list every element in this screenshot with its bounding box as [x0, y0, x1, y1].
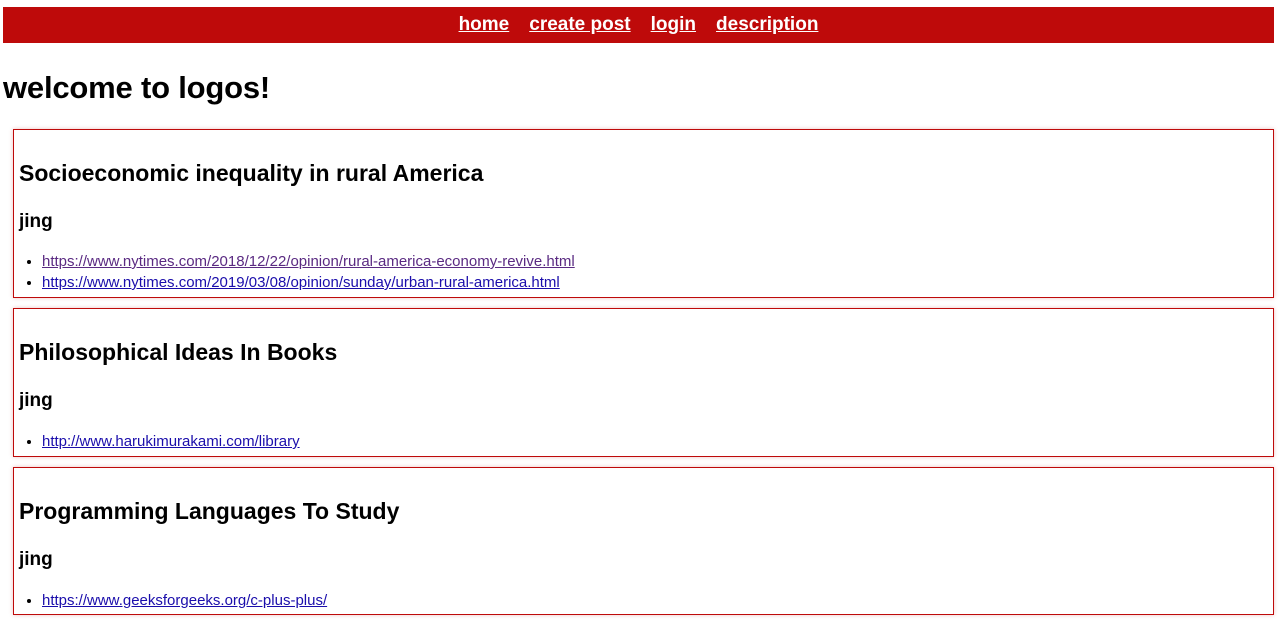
post-links-list: https://www.geeksforgeeks.org/c-plus-plu…: [19, 590, 1268, 611]
nav-create-post-link[interactable]: create post: [529, 7, 630, 43]
post-card: Socioeconomic inequality in rural Americ…: [13, 129, 1274, 298]
post-author: jing: [19, 390, 53, 411]
post-title: Programming Languages To Study: [19, 498, 400, 524]
post-title: Philosophical Ideas In Books: [19, 339, 338, 365]
top-navbar: home create post login description: [3, 7, 1274, 43]
list-item: https://www.nytimes.com/2018/12/22/opini…: [42, 251, 1268, 272]
post-link[interactable]: https://www.nytimes.com/2018/12/22/opini…: [42, 253, 575, 270]
nav-login-link[interactable]: login: [651, 7, 696, 43]
page-title: welcome to logos!: [3, 70, 271, 105]
list-item: https://www.nytimes.com/2019/03/08/opini…: [42, 272, 1268, 293]
post-links-list: http://www.harukimurakami.com/library: [19, 431, 1268, 452]
post-card: Programming Languages To Study jing http…: [13, 467, 1274, 615]
post-title: Socioeconomic inequality in rural Americ…: [19, 160, 484, 186]
post-author: jing: [19, 549, 53, 570]
list-item: http://www.harukimurakami.com/library: [42, 431, 1268, 452]
nav-home-link[interactable]: home: [459, 7, 510, 43]
post-link[interactable]: https://www.nytimes.com/2019/03/08/opini…: [42, 274, 560, 291]
post-author: jing: [19, 211, 53, 232]
post-card: Philosophical Ideas In Books jing http:/…: [13, 308, 1274, 457]
nav-description-link[interactable]: description: [716, 7, 818, 43]
post-link[interactable]: http://www.harukimurakami.com/library: [42, 433, 300, 450]
list-item: https://www.geeksforgeeks.org/c-plus-plu…: [42, 590, 1268, 611]
post-link[interactable]: https://www.geeksforgeeks.org/c-plus-plu…: [42, 592, 327, 609]
post-links-list: https://www.nytimes.com/2018/12/22/opini…: [19, 251, 1268, 293]
posts-list: Socioeconomic inequality in rural Americ…: [13, 129, 1274, 625]
